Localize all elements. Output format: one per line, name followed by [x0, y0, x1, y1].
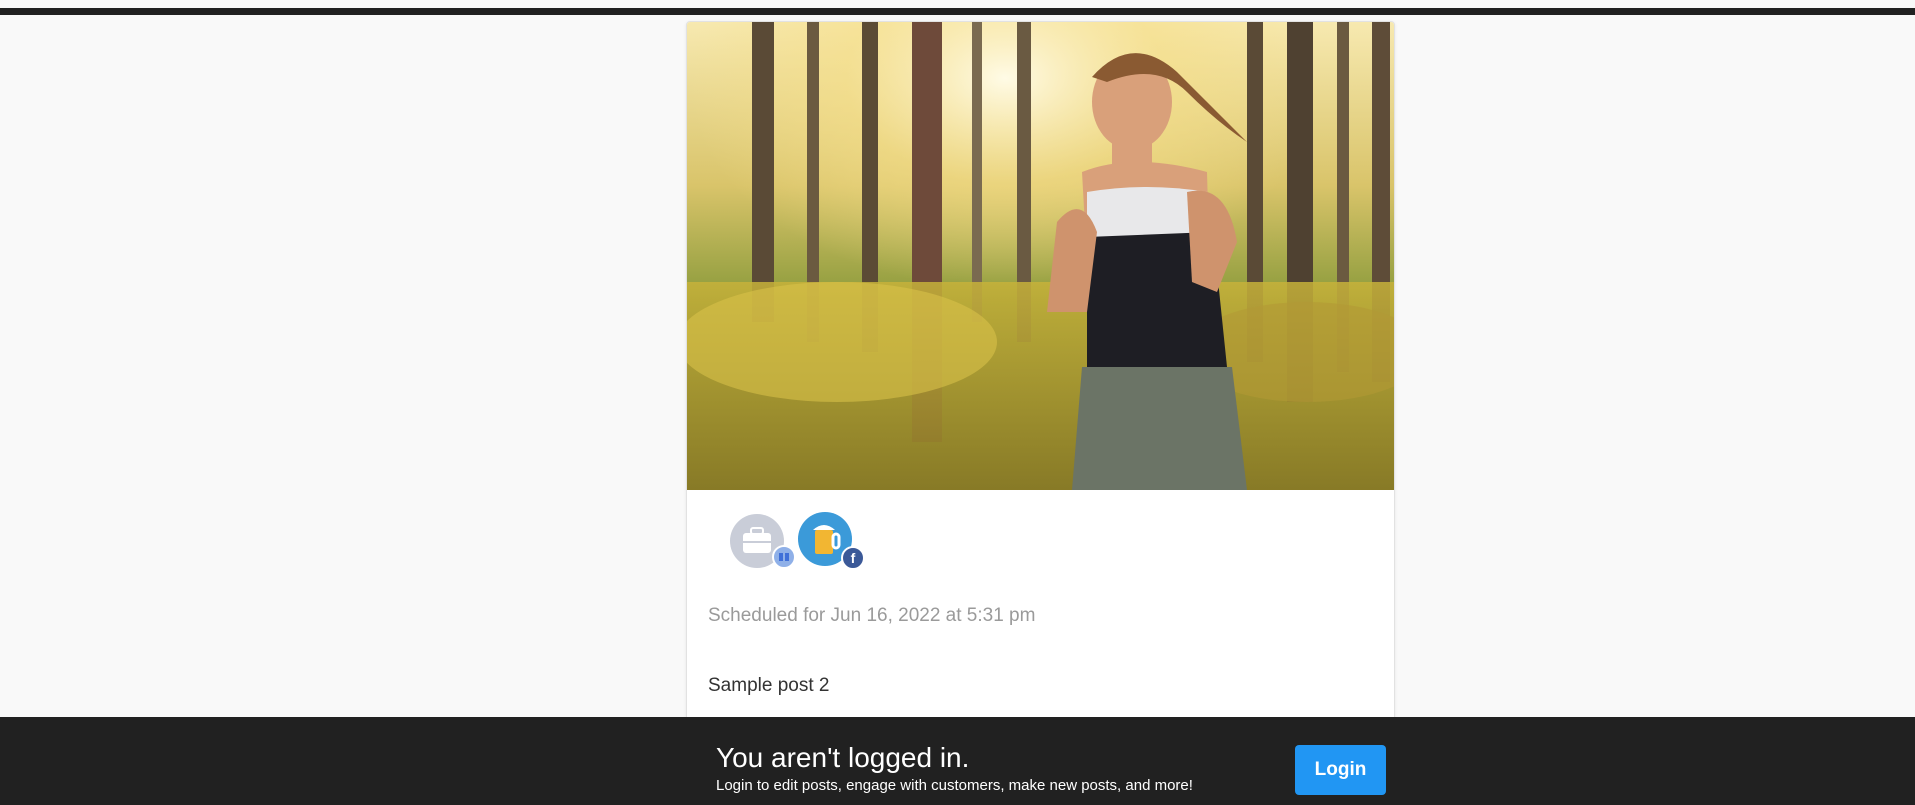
- login-banner: You aren't logged in. Login to edit post…: [0, 717, 1915, 805]
- post-body-text: Sample post 2: [708, 675, 830, 696]
- login-banner-subtitle: Login to edit posts, engage with custome…: [716, 777, 1193, 794]
- account-avatars: f: [730, 512, 930, 582]
- top-app-bar: [0, 0, 1915, 15]
- post-card[interactable]: f Scheduled for Jun 16, 2022 at 5:31 pm …: [686, 21, 1395, 723]
- login-button[interactable]: Login: [1295, 745, 1386, 795]
- top-bar-line: [0, 8, 1915, 15]
- facebook-icon: f: [841, 546, 865, 570]
- login-banner-title: You aren't logged in.: [716, 742, 970, 773]
- google-my-business-icon: [772, 545, 796, 569]
- scheduled-time: Scheduled for Jun 16, 2022 at 5:31 pm: [708, 605, 1036, 626]
- post-image[interactable]: [687, 22, 1394, 490]
